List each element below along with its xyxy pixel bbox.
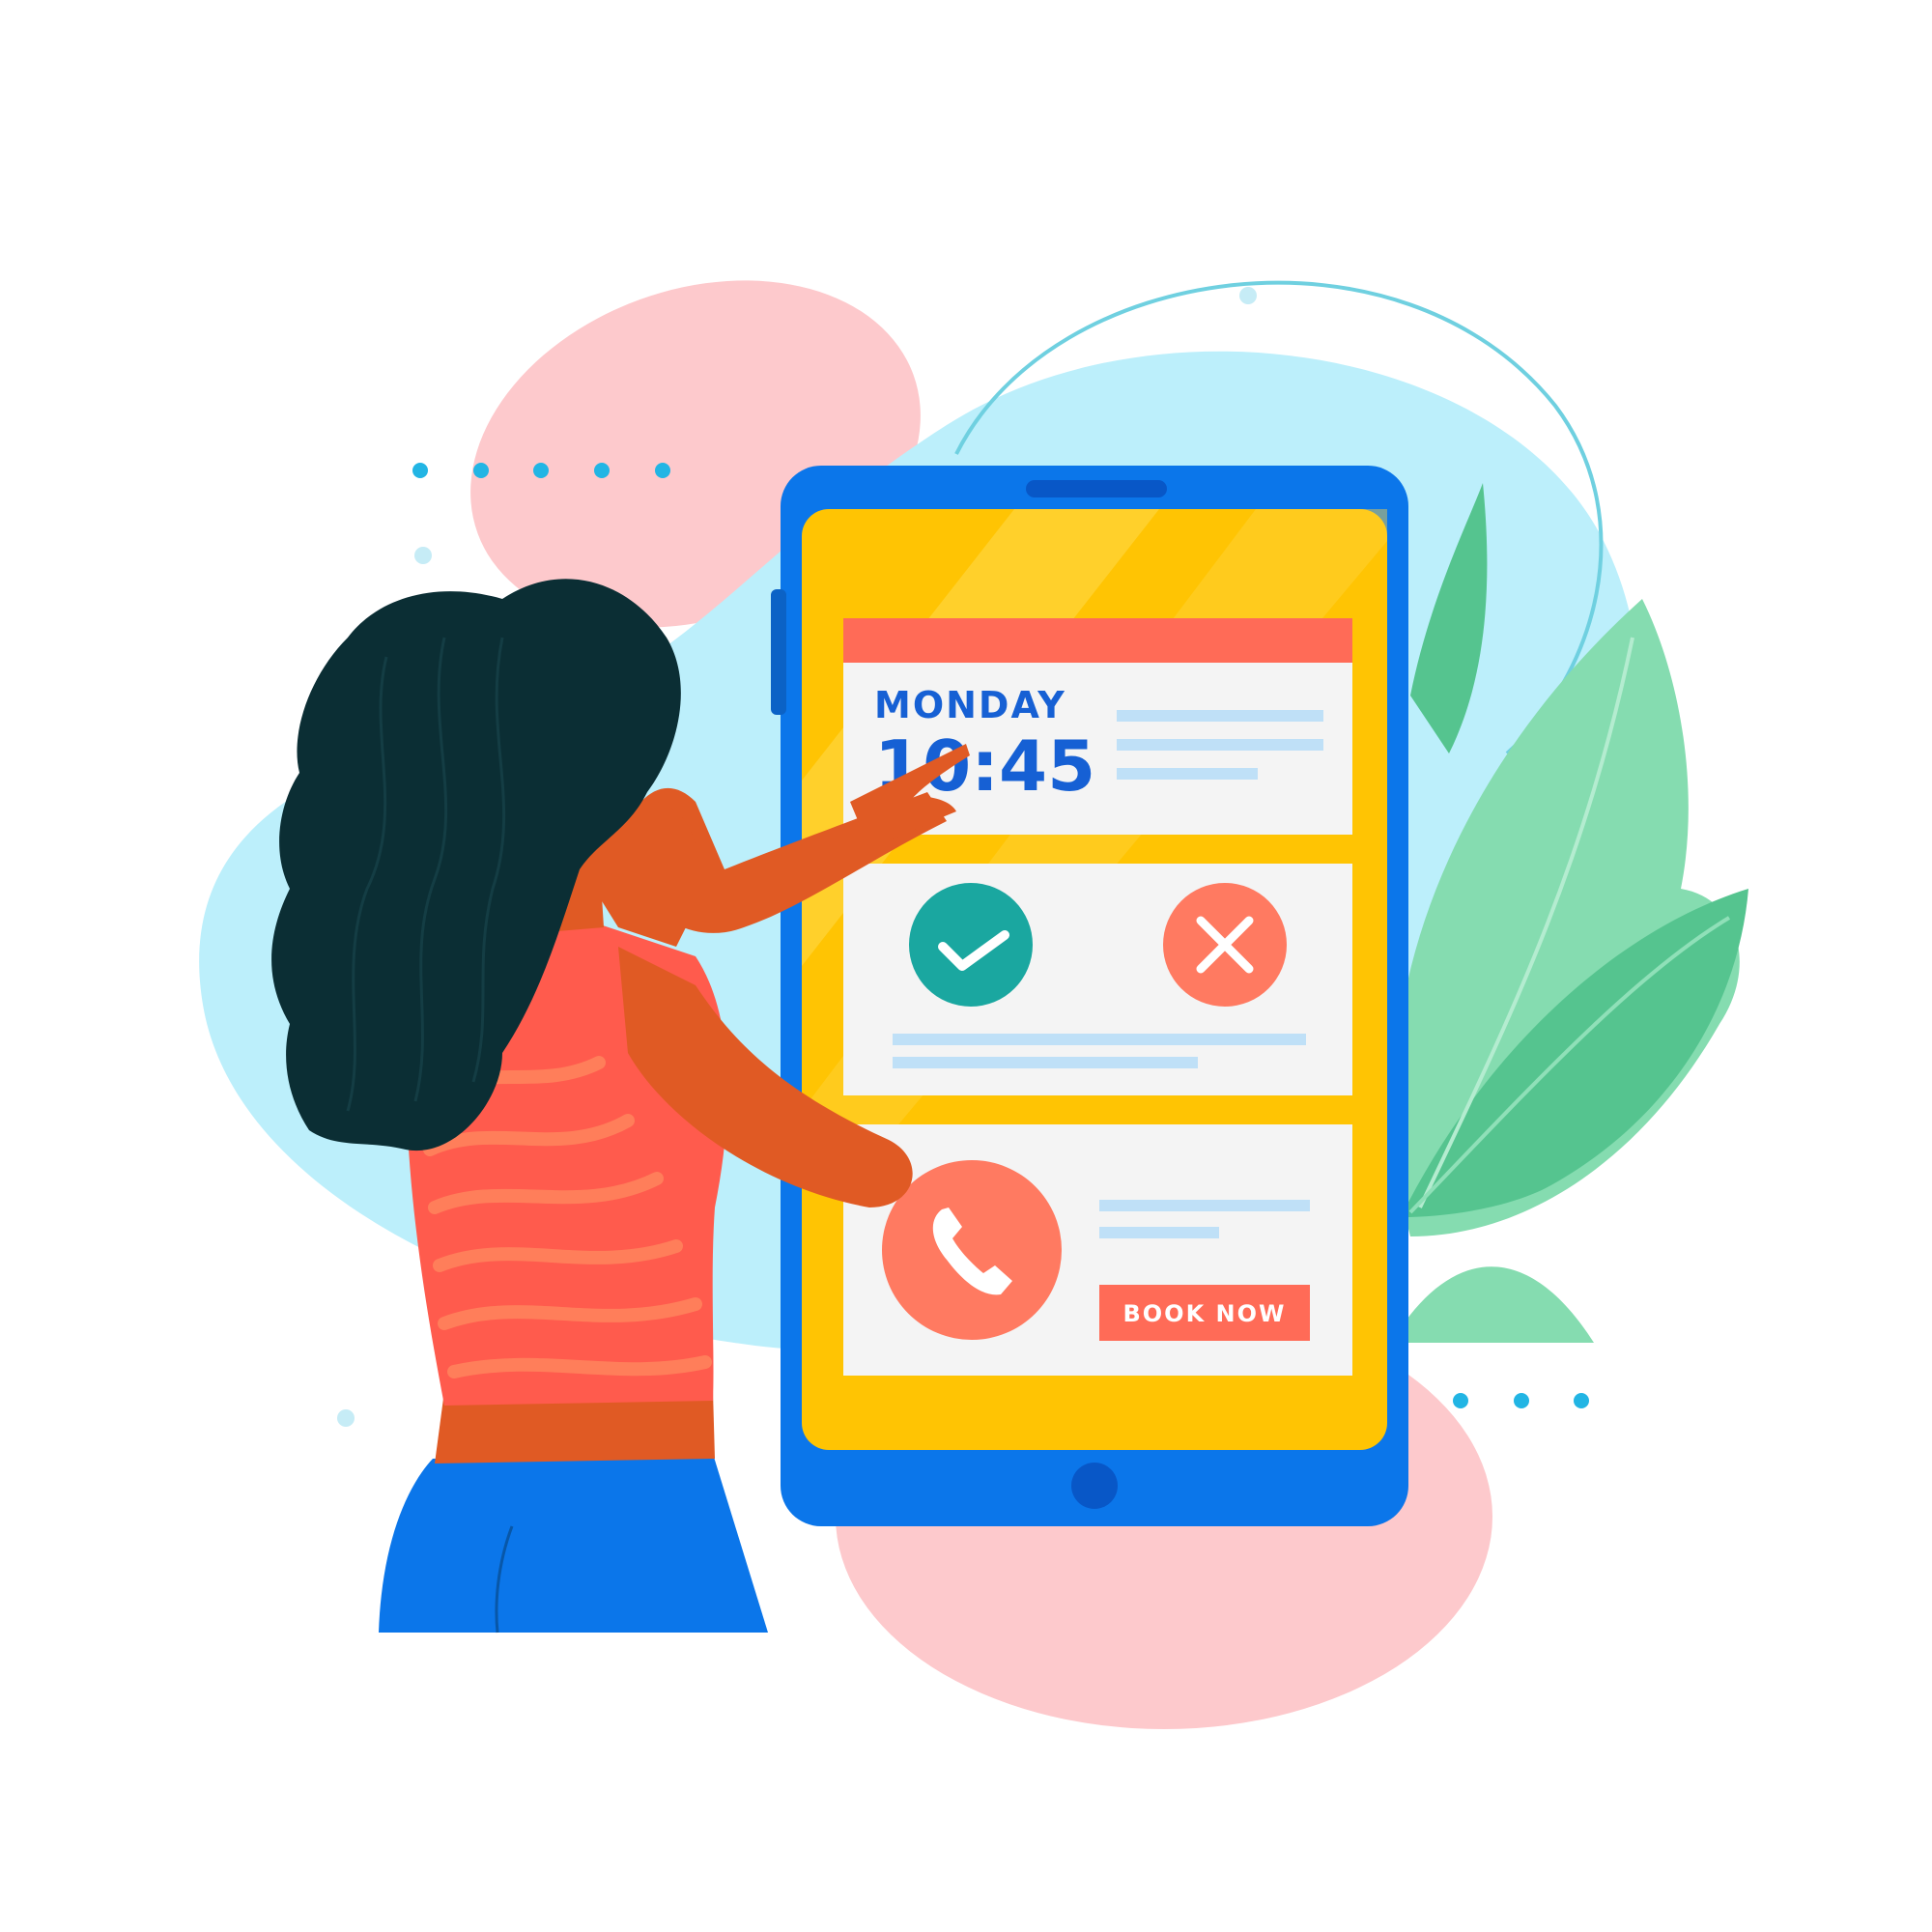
confirm-button[interactable] — [909, 883, 1033, 1007]
book-now-button[interactable]: BOOK NOW — [1099, 1285, 1310, 1341]
placeholder-line — [1117, 768, 1258, 780]
jeans — [379, 1454, 768, 1633]
booking-card: BOOK NOW — [843, 1124, 1352, 1376]
card-header — [843, 618, 1352, 663]
phone-side-button — [771, 589, 786, 715]
phone: MONDAY 10:45 BOOK NOW — [771, 466, 1408, 1526]
decision-card — [843, 864, 1352, 1095]
placeholder-line — [1117, 739, 1323, 751]
book-now-label: BOOK NOW — [1122, 1300, 1286, 1327]
placeholder-line — [893, 1034, 1306, 1045]
day-label: MONDAY — [874, 684, 1066, 726]
leaf-bottom — [1391, 1266, 1594, 1343]
placeholder-line — [1117, 710, 1323, 722]
cancel-button[interactable] — [1163, 883, 1287, 1007]
dot-row-right — [1453, 1393, 1589, 1408]
placeholder-line — [1099, 1200, 1310, 1211]
phone-speaker — [1026, 480, 1167, 497]
placeholder-line — [1099, 1227, 1219, 1238]
home-button[interactable] — [1071, 1463, 1118, 1509]
placeholder-line — [893, 1057, 1198, 1068]
booking-illustration: MONDAY 10:45 BOOK NOW — [199, 280, 1748, 1729]
